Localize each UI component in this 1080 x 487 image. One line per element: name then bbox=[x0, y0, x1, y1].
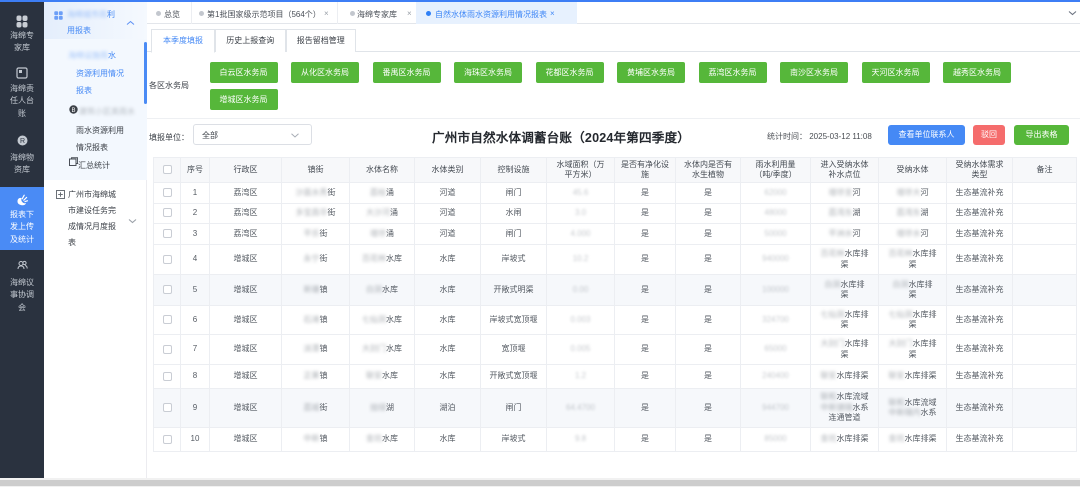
svg-text:B: B bbox=[71, 108, 75, 114]
svg-text:R: R bbox=[19, 138, 24, 145]
